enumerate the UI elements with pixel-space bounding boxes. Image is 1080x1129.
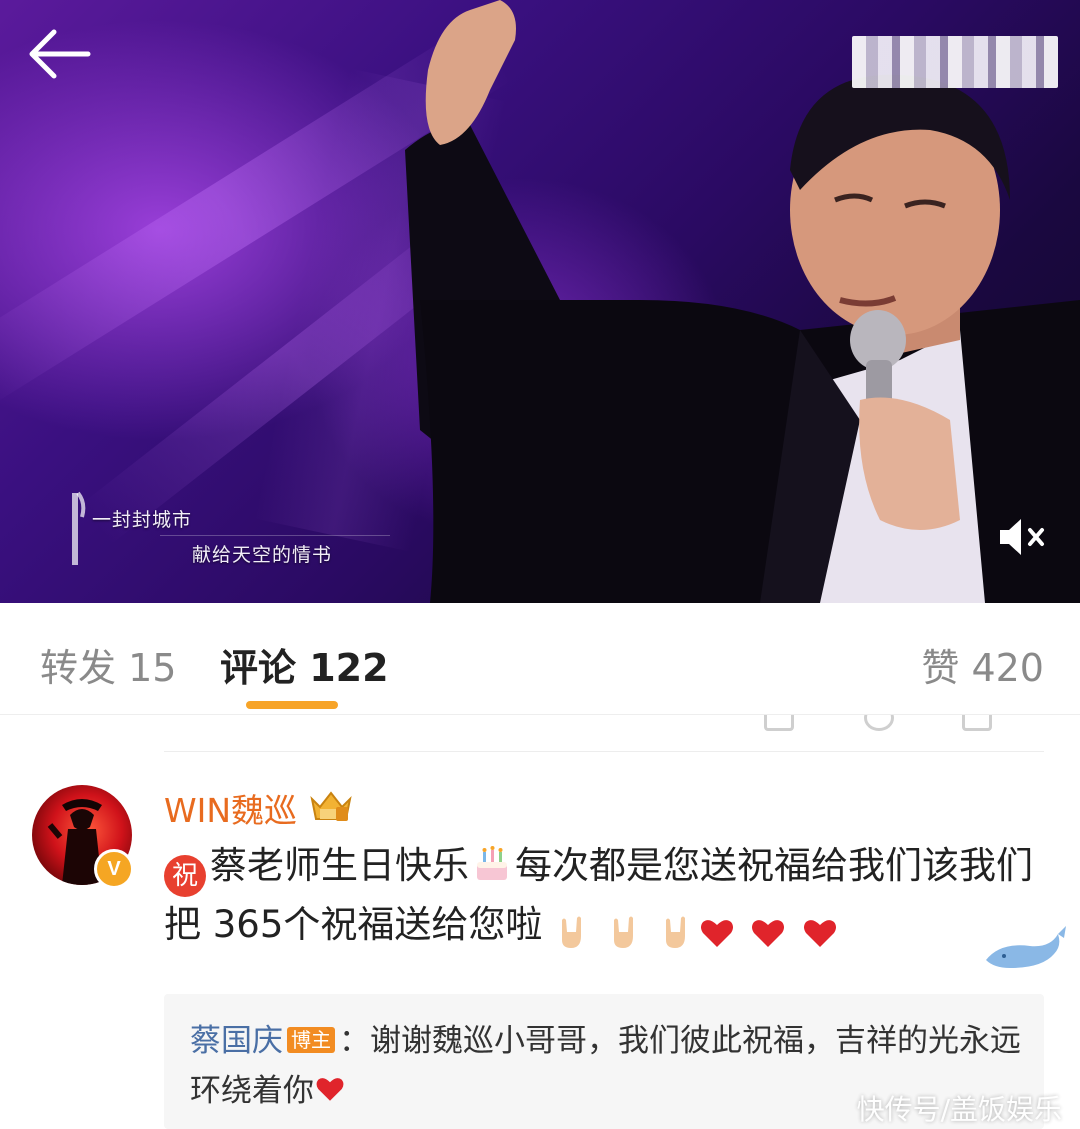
cake-icon [477,846,507,880]
heart-icon [752,919,785,947]
tab-like[interactable]: 赞 420 [921,637,1044,692]
hearts [698,903,842,959]
crown-badge-icon [310,791,352,821]
whale-icon [986,926,1066,968]
comment-divider [164,751,1044,752]
share-icon [764,715,794,731]
comment-icon [864,715,894,731]
tab-active-indicator [246,701,338,709]
lyric-music-mark [72,491,86,565]
blurred-overlay-tag [852,36,1058,88]
comment-text-part-1: 蔡老师生日快乐 [210,844,469,887]
lyric-line-2: 献给天空的情书 [192,544,333,566]
rock-hand-icon [562,916,582,948]
rock-hand-icon [665,916,685,948]
comment-username[interactable]: WIN魏巡 [164,784,297,832]
source-watermark: 快传号/盖饭娱乐 [856,1093,1062,1126]
post-tab-bar: 转发 15 评论 122 赞 420 [0,603,1080,715]
mute-icon[interactable] [996,514,1050,560]
like-icon [962,715,992,731]
zhu-badge-icon: 祝 [164,855,206,897]
rock-hands [554,903,698,959]
previous-comment-remnant [0,715,1080,751]
blogger-badge: 博主 [287,1027,335,1053]
lyric-line-1: 一封封城市 [92,509,193,531]
back-arrow-icon[interactable] [24,22,96,86]
heart-icon [700,919,733,947]
lyric-divider [160,535,390,536]
tab-repost[interactable]: 转发 15 [40,637,176,692]
heart-icon [804,919,837,947]
comment-text: 祝蔡老师生日快乐 每次都是您送祝福给我们该我们把 365个祝福送给您啦 [164,838,1044,959]
video-player[interactable]: 一封封城市 献给天空的情书 [0,0,1080,603]
tab-comment[interactable]: 评论 122 [220,637,389,692]
heart-icon [316,1078,344,1101]
verified-badge-icon: V [94,849,134,889]
rock-hand-icon [613,916,633,948]
reply-author-name[interactable]: 蔡国庆 [190,1023,283,1059]
